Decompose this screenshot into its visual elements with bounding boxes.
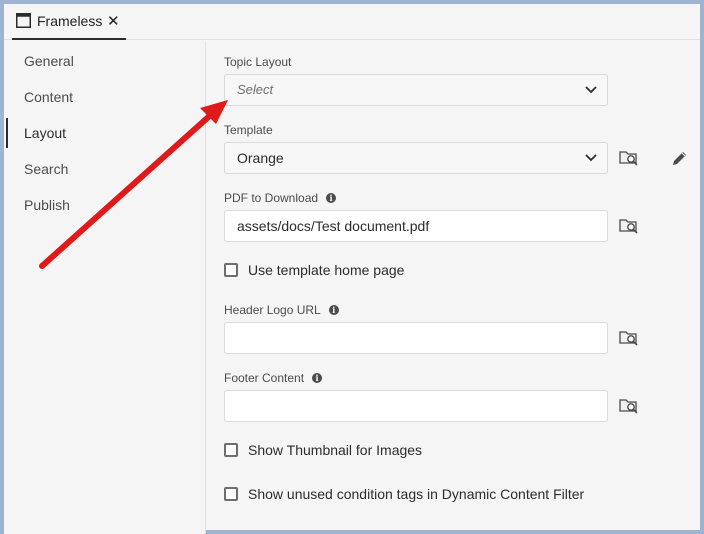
sidebar-item-search[interactable]: Search xyxy=(4,154,204,184)
pdf-value: assets/docs/Test document.pdf xyxy=(237,218,430,234)
show-thumbnail-checkbox[interactable] xyxy=(224,443,238,457)
info-icon: i xyxy=(326,193,337,203)
sidebar-item-layout[interactable]: Layout xyxy=(4,118,204,148)
footer-content-label-text: Footer Content xyxy=(224,371,305,385)
tab-bar: Frameless ✕ xyxy=(4,4,700,40)
close-icon[interactable]: ✕ xyxy=(107,12,120,30)
window-icon xyxy=(16,13,31,28)
use-template-home-checkbox[interactable] xyxy=(224,263,238,277)
pencil-icon[interactable] xyxy=(671,149,689,167)
show-unused-tags-checkbox-row[interactable]: Show unused condition tags in Dynamic Co… xyxy=(224,484,584,504)
use-template-home-label: Use template home page xyxy=(248,262,405,278)
show-thumbnail-label: Show Thumbnail for Images xyxy=(248,442,423,458)
folder-search-icon[interactable] xyxy=(619,149,639,167)
tab-label: Frameless xyxy=(37,13,103,29)
header-logo-input[interactable] xyxy=(224,322,608,354)
pdf-label: PDF to Download i xyxy=(224,191,337,205)
show-unused-tags-checkbox[interactable] xyxy=(224,487,238,501)
use-template-home-checkbox-row[interactable]: Use template home page xyxy=(224,260,404,280)
sidebar-item-publish[interactable]: Publish xyxy=(4,190,204,220)
tab-frameless[interactable]: Frameless ✕ xyxy=(12,4,126,40)
sidebar-item-content[interactable]: Content xyxy=(4,82,204,112)
topic-layout-label: Topic Layout xyxy=(224,55,292,69)
sidebar-item-general[interactable]: General xyxy=(4,46,204,76)
footer-content-label: Footer Content i xyxy=(224,371,323,385)
folder-search-icon[interactable] xyxy=(619,217,639,235)
sidebar: General Content Layout Search Publish xyxy=(4,41,206,534)
pdf-label-text: PDF to Download xyxy=(224,191,319,205)
info-icon: i xyxy=(328,305,339,315)
header-logo-label: Header Logo URL i xyxy=(224,303,339,317)
template-value: Orange xyxy=(237,150,284,166)
topic-layout-select[interactable]: Select xyxy=(224,74,608,106)
info-icon: i xyxy=(312,373,323,383)
template-select[interactable]: Orange xyxy=(224,142,608,174)
chevron-down-icon xyxy=(585,154,597,162)
topic-layout-placeholder: Select xyxy=(237,82,274,97)
properties-window: Frameless ✕ General Content Layout Searc… xyxy=(0,0,704,534)
header-logo-label-text: Header Logo URL xyxy=(224,303,321,317)
chevron-down-icon xyxy=(585,86,597,94)
show-thumbnail-checkbox-row[interactable]: Show Thumbnail for Images xyxy=(224,440,422,460)
folder-search-icon[interactable] xyxy=(619,397,639,415)
show-unused-tags-label: Show unused condition tags in Dynamic Co… xyxy=(248,486,585,502)
footer-content-input[interactable] xyxy=(224,390,608,422)
folder-search-icon[interactable] xyxy=(619,329,639,347)
layout-panel: Topic Layout Select Template Orange PDF … xyxy=(207,41,700,534)
template-label: Template xyxy=(224,123,273,137)
pdf-input[interactable]: assets/docs/Test document.pdf xyxy=(224,210,608,242)
